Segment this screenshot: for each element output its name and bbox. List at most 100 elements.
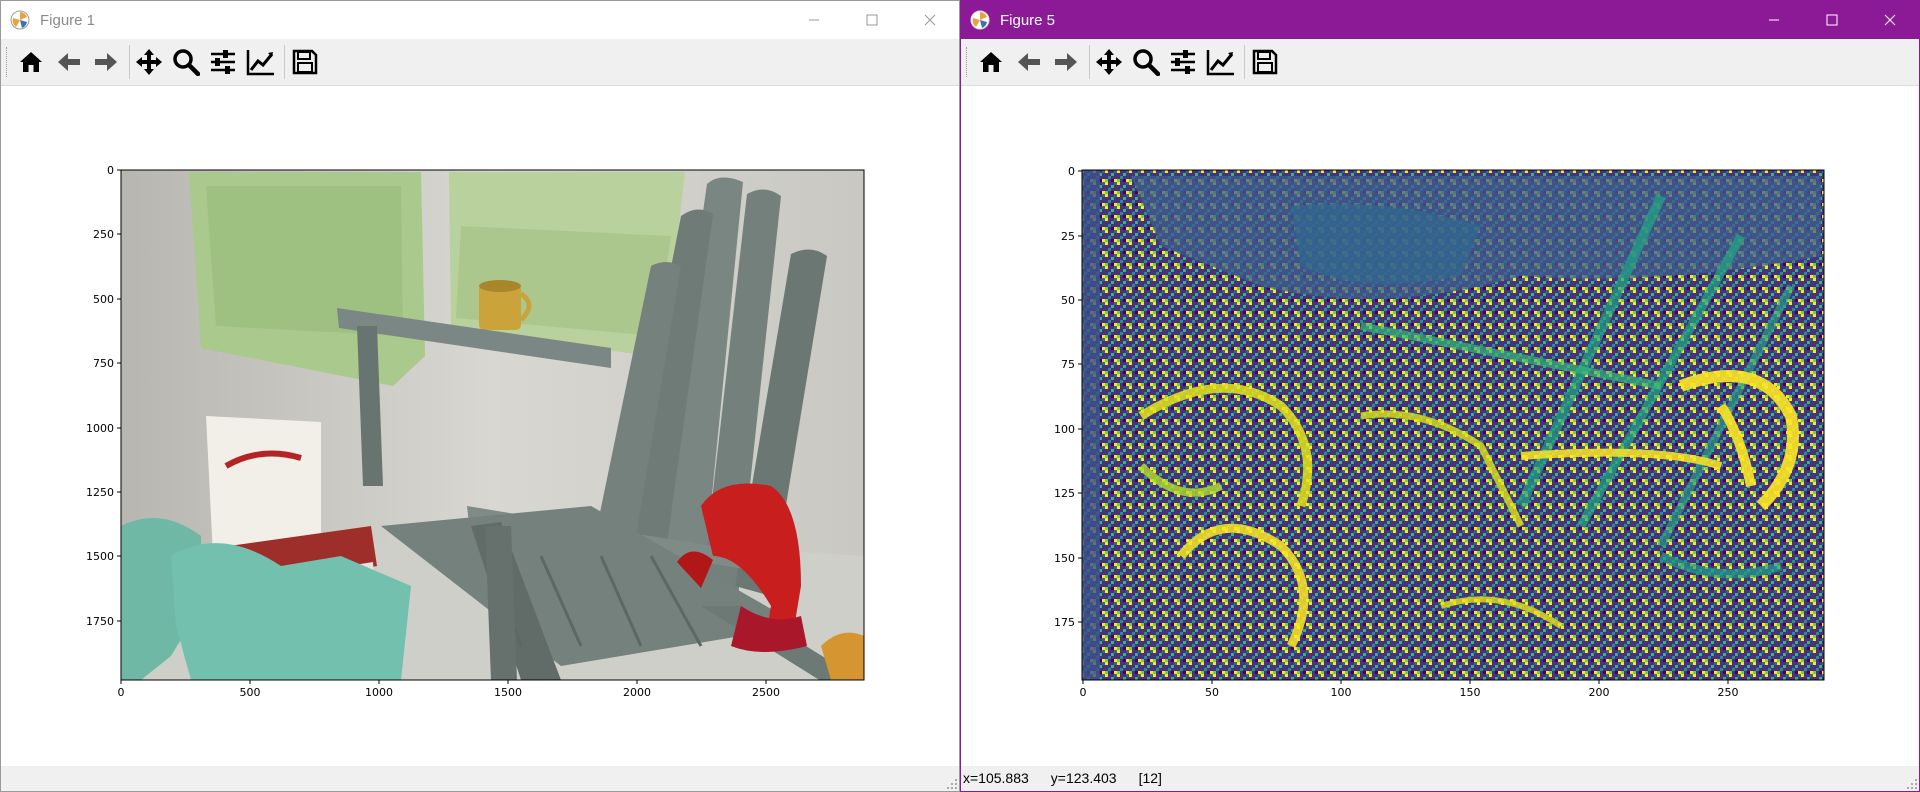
y-tick-label: 0 xyxy=(107,164,114,177)
pan-button[interactable] xyxy=(1093,46,1125,78)
minimize-button[interactable] xyxy=(1745,1,1803,39)
pan-button[interactable] xyxy=(133,46,165,78)
y-tick-label: 50 xyxy=(1061,294,1075,307)
pixel-value: [12] xyxy=(1138,770,1162,786)
y-tick-label: 1250 xyxy=(86,486,114,499)
window-title: Figure 1 xyxy=(40,11,96,29)
x-tick-marks xyxy=(1082,680,1729,684)
home-icon xyxy=(20,52,42,72)
minimize-icon xyxy=(1769,19,1779,21)
resize-grip-icon[interactable] xyxy=(1907,779,1917,789)
minimize-button[interactable] xyxy=(785,1,843,39)
close-icon xyxy=(1884,14,1896,26)
x-tick-label: 0 xyxy=(1080,686,1087,699)
navigation-toolbar xyxy=(961,39,1919,86)
y-tick-label: 0 xyxy=(1068,165,1075,178)
x-tick-label: 100 xyxy=(1331,686,1352,699)
edit-axis-icon xyxy=(1206,50,1234,76)
image-axes[interactable]: 0 50 100 150 200 250 0 25 50 75 100 125 … xyxy=(961,86,1919,766)
back-button[interactable] xyxy=(1013,46,1045,78)
back-arrow-icon xyxy=(1018,53,1040,71)
cursor-x: x=105.883 xyxy=(963,770,1029,786)
x-tick-label: 500 xyxy=(240,686,261,699)
toolbar-grip[interactable] xyxy=(966,47,969,77)
back-arrow-icon xyxy=(58,53,80,71)
toolbar-separator xyxy=(1089,45,1090,79)
figure-canvas[interactable]: 0 50 100 150 200 250 0 25 50 75 100 125 … xyxy=(961,86,1919,766)
save-floppy-icon xyxy=(1252,49,1278,75)
status-bar: x=105.883 y=123.403 [12] xyxy=(961,766,1919,791)
forward-arrow-icon xyxy=(95,53,117,71)
x-tick-label: 2000 xyxy=(623,686,651,699)
toolbar-separator xyxy=(284,45,285,79)
maximize-button[interactable] xyxy=(843,1,901,39)
image-axes[interactable]: 0 500 1000 1500 2000 2500 0 250 500 750 … xyxy=(1,86,959,766)
y-tick-label: 750 xyxy=(93,357,114,370)
maximize-button[interactable] xyxy=(1803,1,1861,39)
photo-image xyxy=(121,170,864,680)
figure-1-window: Figure 1 0 500 1000 1500 2000 2500 0 250… xyxy=(0,0,960,792)
resize-grip-icon[interactable] xyxy=(947,779,957,789)
toolbar-grip[interactable] xyxy=(6,47,9,77)
cursor-readout: x=105.883 y=123.403 [12] xyxy=(963,770,1184,786)
forward-arrow-icon xyxy=(1055,53,1077,71)
viridis-image xyxy=(1082,170,1824,680)
y-tick-label: 175 xyxy=(1054,616,1075,629)
zoom-magnifier-icon xyxy=(1133,49,1160,76)
y-tick-label: 500 xyxy=(93,293,114,306)
home-button[interactable] xyxy=(975,46,1007,78)
y-tick-marks xyxy=(1078,170,1082,623)
home-button[interactable] xyxy=(15,46,47,78)
toolbar-separator xyxy=(129,45,130,79)
x-tick-label: 1500 xyxy=(494,686,522,699)
forward-button[interactable] xyxy=(90,46,122,78)
x-tick-label: 150 xyxy=(1460,686,1481,699)
y-tick-label: 125 xyxy=(1054,487,1075,500)
zoom-button[interactable] xyxy=(1130,46,1162,78)
close-button[interactable] xyxy=(1861,1,1919,39)
cursor-y: y=123.403 xyxy=(1050,770,1117,786)
navigation-toolbar xyxy=(1,39,959,86)
title-bar[interactable]: Figure 5 xyxy=(961,1,1919,39)
window-title: Figure 5 xyxy=(1000,11,1056,29)
x-tick-label: 250 xyxy=(1718,686,1739,699)
y-tick-label: 1750 xyxy=(86,615,114,628)
close-button[interactable] xyxy=(901,1,959,39)
save-button[interactable] xyxy=(1249,46,1281,78)
matplotlib-app-icon xyxy=(10,10,30,30)
matplotlib-app-icon xyxy=(970,10,990,30)
pan-move-icon xyxy=(136,49,162,75)
x-tick-label: 2500 xyxy=(752,686,780,699)
y-tick-label: 150 xyxy=(1054,552,1075,565)
forward-button[interactable] xyxy=(1050,46,1082,78)
configure-subplots-icon xyxy=(211,50,235,74)
save-button[interactable] xyxy=(289,46,321,78)
figure-canvas[interactable]: 0 500 1000 1500 2000 2500 0 250 500 750 … xyxy=(1,86,959,766)
configure-subplots-icon xyxy=(1171,50,1195,74)
maximize-icon xyxy=(866,14,878,26)
y-tick-label: 1000 xyxy=(86,422,114,435)
title-bar[interactable]: Figure 1 xyxy=(1,1,959,39)
x-tick-marks xyxy=(120,680,767,684)
y-tick-label: 25 xyxy=(1061,230,1075,243)
configure-subplots-button[interactable] xyxy=(1167,46,1199,78)
save-floppy-icon xyxy=(292,49,318,75)
y-tick-label: 250 xyxy=(93,228,114,241)
zoom-button[interactable] xyxy=(170,46,202,78)
x-tick-label: 0 xyxy=(118,686,125,699)
edit-axis-icon xyxy=(246,50,274,76)
home-icon xyxy=(980,52,1002,72)
pan-move-icon xyxy=(1096,49,1122,75)
edit-axis-button[interactable] xyxy=(1205,46,1237,78)
minimize-icon xyxy=(809,19,819,21)
y-tick-label: 75 xyxy=(1061,358,1075,371)
toolbar-separator xyxy=(1244,45,1245,79)
y-tick-label: 1500 xyxy=(86,550,114,563)
maximize-icon xyxy=(1826,14,1838,26)
x-tick-label: 1000 xyxy=(365,686,393,699)
configure-subplots-button[interactable] xyxy=(207,46,239,78)
back-button[interactable] xyxy=(53,46,85,78)
y-tick-marks xyxy=(117,169,121,622)
edit-axis-button[interactable] xyxy=(245,46,277,78)
x-tick-label: 50 xyxy=(1205,686,1219,699)
